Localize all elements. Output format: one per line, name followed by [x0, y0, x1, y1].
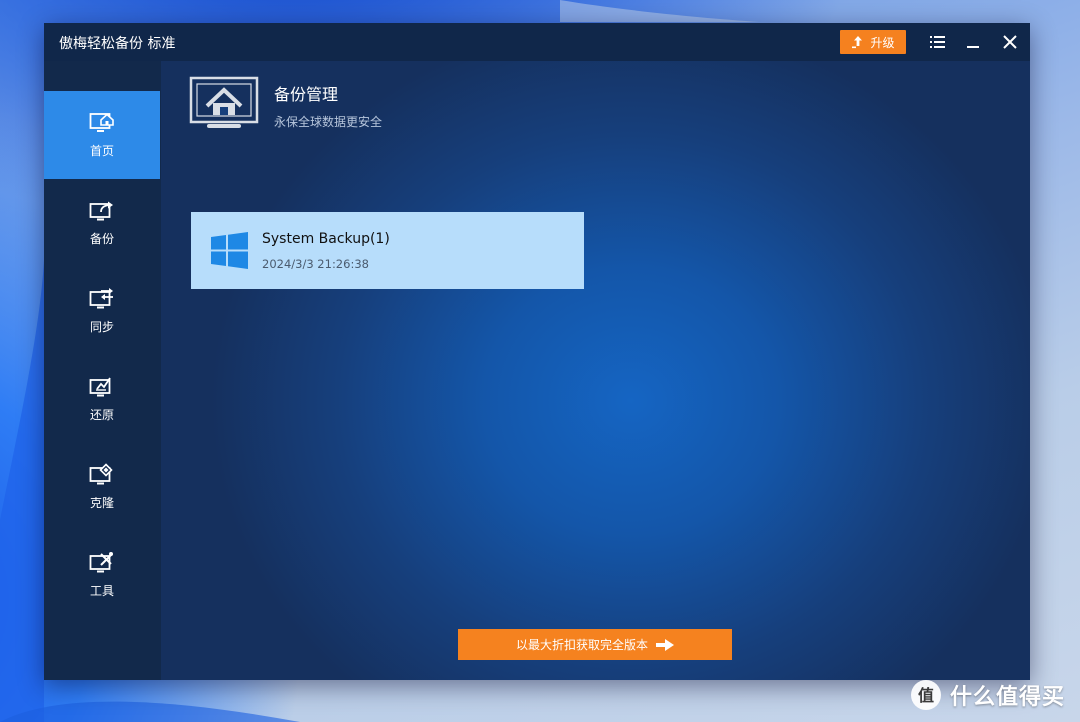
upgrade-button[interactable]: 升级 [840, 30, 906, 54]
app-window: 傲梅轻松备份 标准 升级 首页 备份 同步 还原 克隆 工具 备份管理 永保全球… [44, 23, 1030, 680]
sidebar-item-label: 工具 [89, 584, 114, 598]
backup-task-card[interactable]: System Backup(1) 2024/3/3 21:26:38 [191, 212, 584, 289]
sidebar-item-sync[interactable]: 同步 [44, 267, 160, 355]
menu-icon[interactable] [927, 32, 947, 52]
arrow-right-icon [656, 638, 674, 651]
title-bar: 傲梅轻松备份 标准 升级 [44, 23, 1030, 61]
backup-management-icon [189, 76, 259, 128]
sidebar-item-restore[interactable]: 还原 [44, 355, 160, 443]
upgrade-label: 升级 [870, 35, 895, 50]
watermark: 值 什么值得买 [910, 678, 1065, 712]
tools-monitor-icon [89, 552, 113, 573]
page-subtitle: 永保全球数据更安全 [274, 115, 383, 129]
sidebar-item-label: 备份 [89, 232, 114, 246]
upload-arrow-icon [852, 36, 863, 49]
get-full-version-button[interactable]: 以最大折扣获取完全版本 [458, 629, 732, 660]
main-panel: 备份管理 永保全球数据更安全 System Backup(1) 2024/3/3… [161, 61, 1030, 680]
watermark-logo-icon: 值 [911, 680, 941, 710]
sidebar-item-label: 克隆 [89, 496, 114, 510]
sidebar-item-label: 还原 [89, 408, 114, 422]
sidebar-item-tools[interactable]: 工具 [44, 531, 160, 619]
clone-monitor-icon [89, 463, 113, 485]
page-title: 备份管理 [274, 85, 339, 104]
promo-label: 以最大折扣获取完全版本 [515, 638, 648, 652]
sidebar-item-clone[interactable]: 克隆 [44, 443, 160, 531]
close-icon[interactable] [1000, 32, 1020, 52]
windows-logo-icon [211, 232, 248, 269]
app-title: 傲梅轻松备份 标准 [59, 36, 176, 52]
sidebar-item-label: 首页 [89, 144, 114, 158]
sidebar-item-home[interactable]: 首页 [44, 91, 160, 179]
sidebar-item-label: 同步 [89, 320, 114, 334]
minimize-icon[interactable] [963, 32, 983, 52]
home-monitor-icon [89, 113, 114, 132]
watermark-text: 什么值得买 [950, 685, 1066, 710]
backup-monitor-icon [89, 201, 113, 221]
sidebar-item-backup[interactable]: 备份 [44, 179, 160, 267]
watermark-logo-char: 值 [918, 686, 934, 705]
restore-monitor-icon [89, 377, 111, 397]
sidebar: 首页 备份 同步 还原 克隆 工具 [44, 61, 161, 680]
sync-monitor-icon [89, 288, 113, 309]
task-name: System Backup(1) [262, 231, 390, 247]
task-date: 2024/3/3 21:26:38 [262, 257, 369, 271]
